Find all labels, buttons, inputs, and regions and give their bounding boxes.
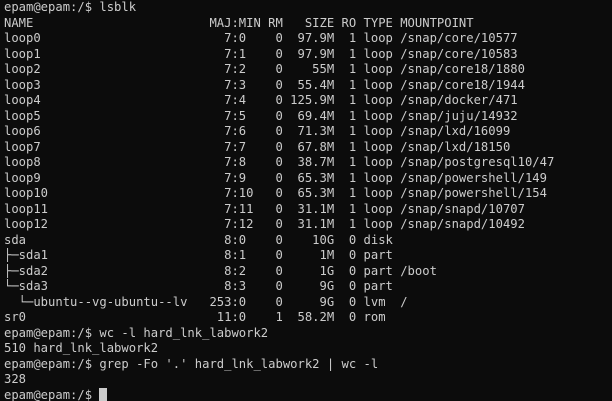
lsblk-row-loop9: loop9 7:9 0 65.3M 1 loop /snap/powershel…: [4, 170, 547, 185]
lsblk-row-loop8: loop8 7:8 0 38.7M 1 loop /snap/postgresq…: [4, 155, 555, 169]
terminal-prompt: epam@epam:/$: [4, 387, 100, 401]
lsblk-row-loop10: loop10 7:10 0 65.3M 1 loop /snap/powersh…: [4, 186, 547, 200]
lsblk-row-loop4: loop4 7:4 0 125.9M 1 loop /snap/docker/4…: [4, 93, 518, 107]
lsblk-row-loop2: loop2 7:2 0 55M 1 loop /snap/core18/1880: [4, 62, 525, 76]
terminal-window[interactable]: epam@epam:/$ lsblk NAME MAJ:MIN RM SIZE …: [0, 0, 612, 401]
lsblk-row-loop6: loop6 7:6 0 71.3M 1 loop /snap/lxd/16099: [4, 124, 511, 138]
lsblk-header: NAME MAJ:MIN RM SIZE RO TYPE MOUNTPOINT: [4, 15, 474, 30]
text-cursor: [99, 387, 108, 401]
lsblk-row-ubuntu-lv: └─ubuntu--vg-ubuntu--lv 253:0 0 9G 0 lvm…: [4, 294, 408, 309]
terminal-output-wc: 510 hard_lnk_labwork2: [4, 341, 159, 355]
lsblk-row-sda1: ├─sda1 8:1 0 1M 0 part: [4, 248, 393, 262]
lsblk-row-loop1: loop1 7:1 0 97.9M 1 loop /snap/core/1058…: [4, 46, 518, 61]
terminal-output-grep: 328: [4, 372, 27, 386]
lsblk-row-loop5: loop5 7:5 0 69.4M 1 loop /snap/juju/1493…: [4, 108, 518, 123]
terminal-current-prompt-line[interactable]: epam@epam:/$: [4, 387, 608, 401]
terminal-line-1: epam@epam:/$ lsblk: [4, 0, 137, 14]
lsblk-row-loop7: loop7 7:7 0 67.8M 1 loop /snap/lxd/18150: [4, 139, 511, 154]
lsblk-row-loop12: loop12 7:12 0 31.1M 1 loop /snap/snapd/1…: [4, 217, 525, 231]
terminal-command-grep: epam@epam:/$ grep -Fo '.' hard_lnk_labwo…: [4, 356, 379, 371]
lsblk-row-loop3: loop3 7:3 0 55.4M 1 loop /snap/core18/19…: [4, 77, 525, 92]
terminal-command-wc: epam@epam:/$ wc -l hard_lnk_labwork2: [4, 325, 269, 340]
lsblk-row-sda2: ├─sda2 8:2 0 1G 0 part /boot: [4, 263, 437, 278]
lsblk-row-sda3: └─sda3 8:3 0 9G 0 part: [4, 279, 393, 293]
lsblk-row-sr0: sr0 11:0 1 58.2M 0 rom: [4, 310, 386, 324]
lsblk-row-loop0: loop0 7:0 0 97.9M 1 loop /snap/core/1057…: [4, 31, 518, 45]
lsblk-row-sda: sda 8:0 0 10G 0 disk: [4, 232, 393, 247]
lsblk-row-loop11: loop11 7:11 0 31.1M 1 loop /snap/snapd/1…: [4, 201, 525, 216]
